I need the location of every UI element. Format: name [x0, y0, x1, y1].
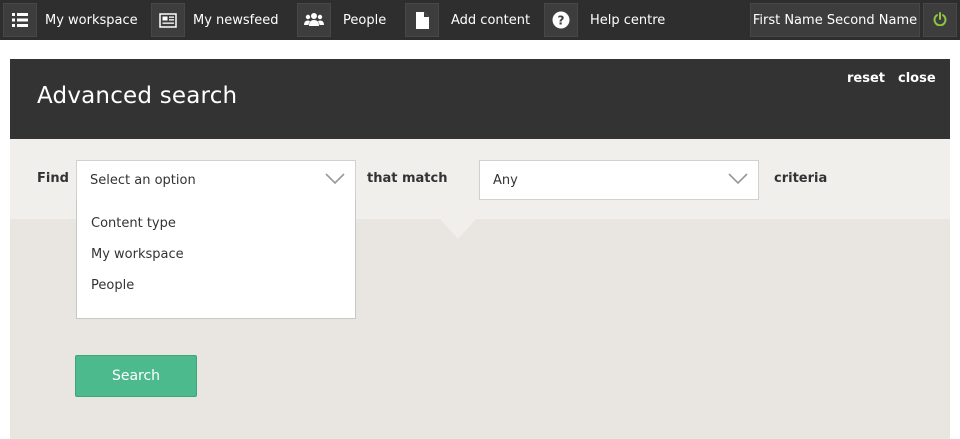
top-nav-bar: My workspace My newsfeed People Add cont…: [0, 0, 960, 40]
document-icon: [405, 3, 439, 37]
nav-add-content[interactable]: Add content: [405, 0, 530, 40]
option-people[interactable]: People: [91, 278, 134, 293]
reset-link[interactable]: reset: [847, 71, 885, 86]
page-title: Advanced search: [37, 83, 238, 109]
find-label: Find: [37, 171, 69, 186]
svg-text:?: ?: [558, 14, 565, 28]
nav-my-newsfeed[interactable]: My newsfeed: [151, 0, 279, 40]
criteria-label: criteria: [774, 171, 828, 186]
nav-my-workspace[interactable]: My workspace: [3, 0, 138, 40]
nav-label: My workspace: [45, 12, 138, 28]
close-link[interactable]: close: [898, 71, 936, 86]
match-select-value: Any: [493, 172, 518, 188]
option-content-type[interactable]: Content type: [91, 216, 176, 231]
match-select[interactable]: Any: [479, 160, 759, 200]
power-icon: [933, 11, 947, 30]
list-icon: [3, 3, 37, 37]
nav-help-centre[interactable]: ? Help centre: [544, 0, 665, 40]
panel-header: Advanced search reset close: [10, 59, 950, 139]
chevron-down-icon: [728, 173, 748, 185]
find-select-value: Select an option: [90, 172, 196, 188]
newspaper-icon: [151, 3, 185, 37]
nav-label: My newsfeed: [193, 12, 279, 28]
find-select[interactable]: Select an option: [76, 160, 356, 200]
find-options-dropdown: Content type My workspace People: [76, 199, 356, 319]
logout-button[interactable]: [923, 3, 957, 37]
question-icon: ?: [544, 3, 578, 37]
nav-label: Help centre: [590, 12, 666, 28]
search-button[interactable]: Search: [75, 355, 197, 397]
chevron-down-icon: [325, 173, 345, 185]
people-icon: [297, 3, 331, 37]
user-menu-button[interactable]: First Name Second Name: [750, 3, 920, 37]
pointer-caret: [440, 219, 476, 239]
nav-label: People: [343, 12, 387, 28]
option-my-workspace[interactable]: My workspace: [91, 247, 184, 262]
advanced-search-panel: Advanced search reset close Find Select …: [10, 59, 950, 439]
that-match-label: that match: [367, 171, 448, 186]
nav-people[interactable]: People: [297, 0, 386, 40]
nav-label: Add content: [451, 12, 531, 28]
